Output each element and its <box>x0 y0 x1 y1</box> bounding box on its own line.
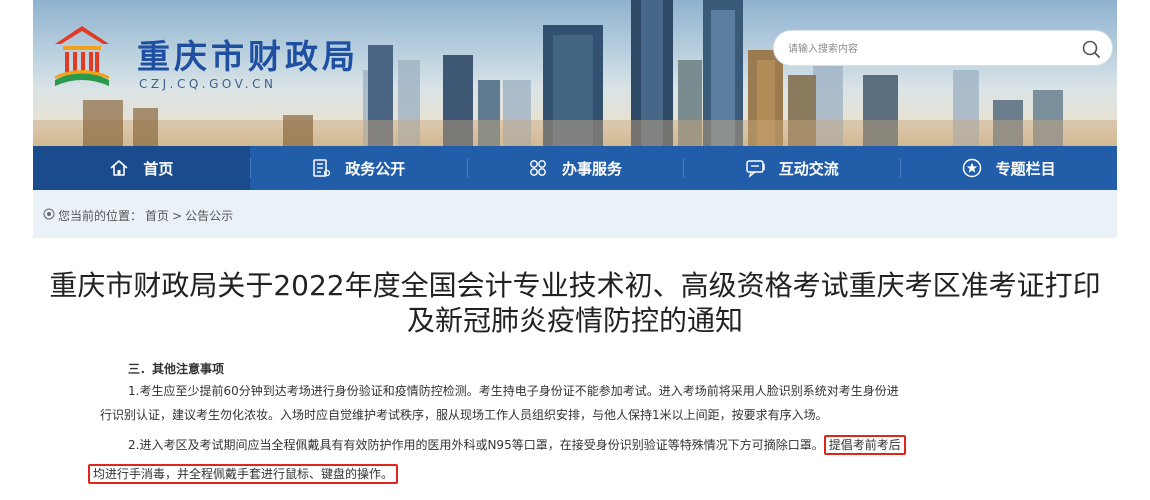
chat-icon <box>745 158 765 178</box>
location-pin-icon <box>43 208 55 223</box>
nav-item-label: 专题栏目 <box>995 159 1056 178</box>
article-title-line-1: 重庆市财政局关于2022年度全国会计专业技术初、高级资格考试重庆考区准考证打印 <box>49 269 1101 302</box>
breadcrumb-bar: 您当前的位置： 首页 > 公告公示 <box>33 190 1117 238</box>
government-emblem-logo <box>55 26 109 86</box>
nav-item-services[interactable]: 办事服务 <box>466 146 684 190</box>
nav-item-special-topics[interactable]: 专题栏目 <box>900 146 1117 190</box>
article-title-line-2: 及新冠肺炎疫情防控的通知 <box>406 304 743 337</box>
nav-item-label: 办事服务 <box>561 159 622 178</box>
highlighted-text-box-1: 提倡考前考后 <box>823 435 906 455</box>
site-title: 重庆市财政局 <box>137 37 359 76</box>
nav-item-interaction[interactable]: 互动交流 <box>683 146 900 190</box>
paragraph-2-text: 2.进入考区及考试期间应当全程佩戴具有有效防护作用的医用外科或N95等口罩，在接… <box>128 438 824 452</box>
home-icon <box>109 158 129 178</box>
breadcrumb-home-link[interactable]: 首页 <box>145 207 169 224</box>
paragraph-2-line-1: 2.进入考区及考试期间应当全程佩戴具有有效防护作用的医用外科或N95等口罩，在接… <box>128 432 906 458</box>
nav-item-home[interactable]: 首页 <box>33 146 250 190</box>
breadcrumb: 您当前的位置： 首页 > 公告公示 <box>43 207 233 224</box>
breadcrumb-current-link[interactable]: 公告公示 <box>185 207 233 224</box>
star-circle-icon <box>962 158 982 178</box>
article: 重庆市财政局关于2022年度全国会计专业技术初、高级资格考试重庆考区准考证打印 … <box>33 238 1117 500</box>
article-title-area: 重庆市财政局关于2022年度全国会计专业技术初、高级资格考试重庆考区准考证打印 … <box>33 238 1117 354</box>
service-grid-icon <box>528 158 548 178</box>
paragraph-1-line-2: 行识别认证，建议考生勿化浓妆。入场时应自觉维护考试秩序，服从现场工作人员组织安排… <box>100 408 828 422</box>
paragraph-1-line-1: 1.考生应至少提前60分钟到达考场进行身份验证和疫情防控检测。考生持电子身份证不… <box>128 384 899 398</box>
nav-item-government-affairs[interactable]: 政务公开 <box>249 146 467 190</box>
search-box <box>773 30 1113 66</box>
article-title: 重庆市财政局关于2022年度全国会计专业技术初、高级资格考试重庆考区准考证打印 … <box>33 268 1117 338</box>
paragraph-2-line-2: 均进行手消毒，并全程佩戴手套进行鼠标、键盘的操作。 <box>88 461 399 487</box>
highlighted-text-box-2: 均进行手消毒，并全程佩戴手套进行鼠标、键盘的操作。 <box>88 464 399 484</box>
main-nav: 首页 政务公开 办事服务 互动交流 专题栏目 <box>33 146 1117 190</box>
nav-item-label: 首页 <box>143 159 174 178</box>
breadcrumb-prefix: 您当前的位置： <box>58 209 143 223</box>
header-banner: 重庆市财政局 CZJ.CQ.GOV.CN <box>33 0 1117 146</box>
nav-item-label: 政务公开 <box>345 159 406 178</box>
breadcrumb-separator: > <box>172 208 183 223</box>
document-list-icon <box>311 158 331 178</box>
nav-item-label: 互动交流 <box>778 159 839 178</box>
section-heading: 三．其他注意事项 <box>128 362 225 376</box>
site-domain: CZJ.CQ.GOV.CN <box>139 77 277 91</box>
search-icon[interactable] <box>1080 38 1102 60</box>
search-input[interactable] <box>788 39 1068 59</box>
